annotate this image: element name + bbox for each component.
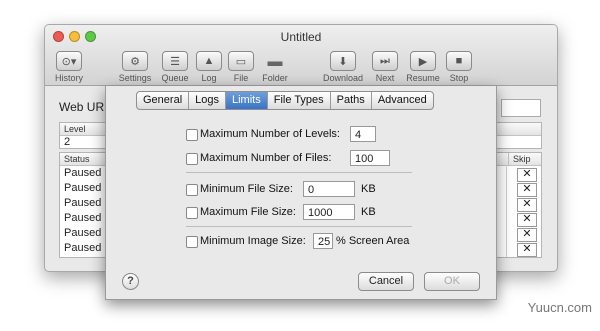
min-file-size-field[interactable]: 0 bbox=[303, 181, 355, 197]
separator bbox=[186, 172, 412, 173]
max-files-checkbox[interactable] bbox=[186, 153, 198, 165]
ok-button[interactable]: OK bbox=[424, 272, 480, 291]
min-file-size-unit: KB bbox=[361, 183, 376, 195]
tab-file-types[interactable]: File Types bbox=[268, 92, 331, 109]
max-files-field[interactable]: 100 bbox=[350, 150, 390, 166]
table-row[interactable]: Paused bbox=[60, 182, 101, 194]
min-image-size-field[interactable]: 25 bbox=[313, 233, 333, 249]
separator bbox=[186, 226, 412, 227]
table-row[interactable]: Paused bbox=[60, 212, 101, 224]
tab-paths[interactable]: Paths bbox=[331, 92, 372, 109]
max-file-size-unit: KB bbox=[361, 206, 376, 218]
min-image-size-checkbox[interactable] bbox=[186, 236, 198, 248]
max-file-size-checkbox[interactable] bbox=[186, 207, 198, 219]
skip-button[interactable]: ✕ bbox=[517, 213, 537, 227]
max-levels-label: Maximum Number of Levels: bbox=[200, 128, 340, 140]
min-file-size-label: Minimum File Size: bbox=[200, 183, 293, 195]
max-files-label: Maximum Number of Files: bbox=[200, 152, 332, 164]
column-divider bbox=[506, 165, 507, 257]
status-column-header[interactable]: Status bbox=[64, 154, 90, 164]
folder-button[interactable]: ▬ Folder bbox=[253, 51, 297, 84]
table-row[interactable]: Paused bbox=[60, 197, 101, 209]
web-url-field[interactable] bbox=[501, 99, 541, 117]
skip-button[interactable]: ✕ bbox=[517, 183, 537, 197]
skip-button[interactable]: ✕ bbox=[517, 228, 537, 242]
folder-icon: ▬ bbox=[267, 52, 283, 70]
skip-column-header[interactable]: Skip bbox=[508, 153, 531, 165]
toolbar-label: Download bbox=[322, 73, 364, 83]
help-button[interactable]: ? bbox=[122, 273, 139, 290]
next-icon: ⏭ bbox=[372, 51, 398, 71]
skip-button[interactable]: ✕ bbox=[517, 243, 537, 257]
stop-button[interactable]: ■ Stop bbox=[437, 51, 481, 83]
settings-button[interactable]: ⚙ Settings bbox=[113, 51, 157, 83]
list-icon: ☰ bbox=[162, 51, 188, 71]
tab-logs[interactable]: Logs bbox=[189, 92, 226, 109]
cancel-button[interactable]: Cancel bbox=[358, 272, 414, 291]
toolbar-label: Folder bbox=[262, 73, 288, 83]
stop-icon: ■ bbox=[446, 51, 472, 71]
history-button[interactable]: ⊙▾ History bbox=[47, 51, 91, 83]
max-levels-checkbox[interactable] bbox=[186, 129, 198, 141]
download-icon: ⬇ bbox=[330, 51, 356, 71]
download-button[interactable]: ⬇ Download bbox=[321, 51, 365, 83]
window-title: Untitled bbox=[280, 30, 322, 44]
watermark-text: Yuucn.com bbox=[527, 300, 592, 315]
skip-button[interactable]: ✕ bbox=[517, 198, 537, 212]
tab-bar: General Logs Limits File Types Paths Adv… bbox=[136, 91, 434, 110]
skip-button[interactable]: ✕ bbox=[517, 168, 537, 182]
min-file-size-checkbox[interactable] bbox=[186, 184, 198, 196]
title-bar: Untitled ⊙▾ History ⚙ Settings ☰ Queue ▲… bbox=[45, 25, 557, 86]
tab-limits[interactable]: Limits bbox=[226, 92, 268, 109]
max-levels-field[interactable]: 4 bbox=[350, 126, 376, 142]
table-row[interactable]: Paused bbox=[60, 227, 101, 239]
min-image-size-label: Minimum Image Size: bbox=[200, 235, 306, 247]
tab-advanced[interactable]: Advanced bbox=[372, 92, 433, 109]
toolbar-label: Stop bbox=[449, 73, 469, 83]
table-row[interactable]: Paused bbox=[60, 167, 101, 179]
file-icon: ▭ bbox=[228, 51, 254, 71]
toolbar-label: History bbox=[54, 73, 83, 83]
table-row[interactable]: Paused bbox=[60, 242, 101, 254]
history-icon: ⊙▾ bbox=[56, 51, 82, 71]
toolbar-label: Settings bbox=[118, 73, 152, 83]
max-file-size-field[interactable]: 1000 bbox=[303, 204, 355, 220]
min-image-size-unit: % Screen Area bbox=[336, 235, 410, 247]
settings-sheet: General Logs Limits File Types Paths Adv… bbox=[105, 86, 497, 300]
max-file-size-label: Maximum File Size: bbox=[200, 206, 296, 218]
gear-icon: ⚙ bbox=[122, 51, 148, 71]
play-icon: ▶ bbox=[410, 51, 436, 71]
tab-general[interactable]: General bbox=[137, 92, 190, 109]
